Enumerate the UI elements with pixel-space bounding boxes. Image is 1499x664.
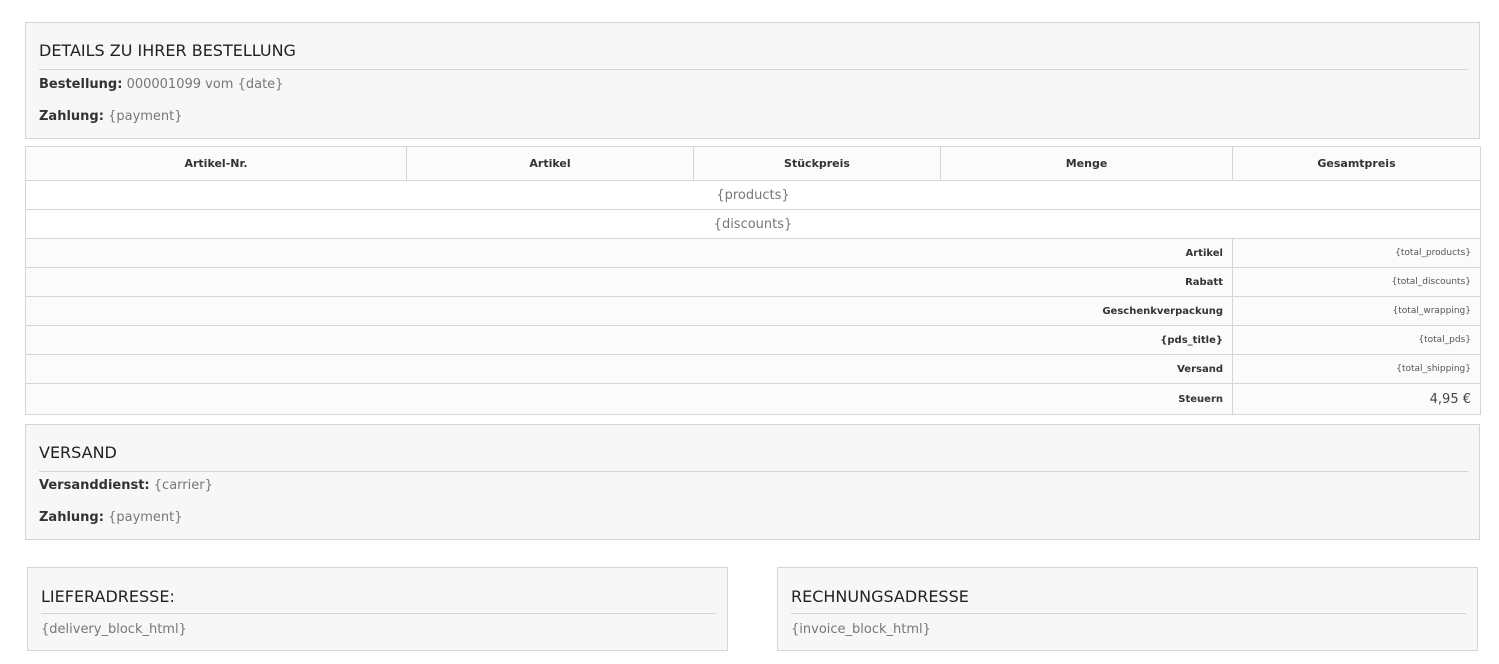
- shipping-payment-value: {payment}: [108, 510, 183, 525]
- summary-value: {total_discounts}: [1232, 267, 1481, 297]
- carrier-line: Versanddienst: {carrier}: [39, 478, 213, 493]
- order-payment-label: Zahlung:: [39, 109, 104, 124]
- summary-label: Versand: [25, 354, 1233, 384]
- summary-label: Rabatt: [25, 267, 1233, 297]
- order-number-value: 000001099 vom {date}: [126, 77, 284, 92]
- summary-row-discount: Rabatt {total_discounts}: [25, 267, 1481, 297]
- column-header-quantity: Menge: [940, 146, 1233, 181]
- products-row: {products}: [25, 180, 1481, 210]
- order-table: Artikel-Nr. Artikel Stückpreis Menge Ges…: [25, 146, 1481, 415]
- summary-value: {total_wrapping}: [1232, 296, 1481, 326]
- summary-value: 4,95 €: [1232, 383, 1481, 415]
- carrier-label: Versanddienst:: [39, 478, 150, 493]
- invoice-address-box: RECHNUNGSADRESSE {invoice_block_html}: [777, 567, 1478, 651]
- table-header-row: Artikel-Nr. Artikel Stückpreis Menge Ges…: [25, 146, 1481, 181]
- column-header-article-number: Artikel-Nr.: [25, 146, 407, 181]
- column-header-unit-price: Stückpreis: [693, 146, 941, 181]
- discounts-row: {discounts}: [25, 209, 1481, 239]
- delivery-address-divider: [41, 613, 716, 614]
- order-number-label: Bestellung:: [39, 77, 123, 92]
- order-payment-line: Zahlung: {payment}: [39, 109, 183, 124]
- delivery-address-value: {delivery_block_html}: [41, 622, 187, 637]
- shipping-payment-label: Zahlung:: [39, 510, 104, 525]
- delivery-address-title: LIEFERADRESSE:: [41, 587, 175, 606]
- summary-row-gift-wrapping: Geschenkverpackung {total_wrapping}: [25, 296, 1481, 326]
- order-details-box: DETAILS ZU IHRER BESTELLUNG Bestellung: …: [25, 22, 1480, 139]
- shipping-divider: [39, 471, 1468, 472]
- order-payment-value: {payment}: [108, 109, 183, 124]
- shipping-box: VERSAND Versanddienst: {carrier} Zahlung…: [25, 424, 1480, 540]
- order-number-line: Bestellung: 000001099 vom {date}: [39, 77, 283, 92]
- summary-label: {pds_title}: [25, 325, 1233, 355]
- summary-value: {total_products}: [1232, 238, 1481, 268]
- summary-value: {total_shipping}: [1232, 354, 1481, 384]
- summary-row-taxes: Steuern 4,95 €: [25, 383, 1481, 415]
- carrier-value: {carrier}: [153, 478, 213, 493]
- order-details-divider: [39, 69, 1468, 70]
- invoice-address-divider: [791, 613, 1466, 614]
- invoice-address-value: {invoice_block_html}: [791, 622, 931, 637]
- shipping-title: VERSAND: [39, 443, 117, 462]
- order-details-title: DETAILS ZU IHRER BESTELLUNG: [39, 41, 296, 60]
- summary-value: {total_pds}: [1232, 325, 1481, 355]
- summary-label: Steuern: [25, 383, 1233, 415]
- summary-row-shipping: Versand {total_shipping}: [25, 354, 1481, 384]
- summary-label: Geschenkverpackung: [25, 296, 1233, 326]
- invoice-address-title: RECHNUNGSADRESSE: [791, 587, 969, 606]
- column-header-total-price: Gesamtpreis: [1232, 146, 1481, 181]
- discounts-placeholder: {discounts}: [25, 209, 1481, 239]
- shipping-payment-line: Zahlung: {payment}: [39, 510, 183, 525]
- products-placeholder: {products}: [25, 180, 1481, 210]
- delivery-address-box: LIEFERADRESSE: {delivery_block_html}: [27, 567, 728, 651]
- summary-row-articles: Artikel {total_products}: [25, 238, 1481, 268]
- summary-label: Artikel: [25, 238, 1233, 268]
- column-header-article: Artikel: [406, 146, 694, 181]
- summary-row-pds: {pds_title} {total_pds}: [25, 325, 1481, 355]
